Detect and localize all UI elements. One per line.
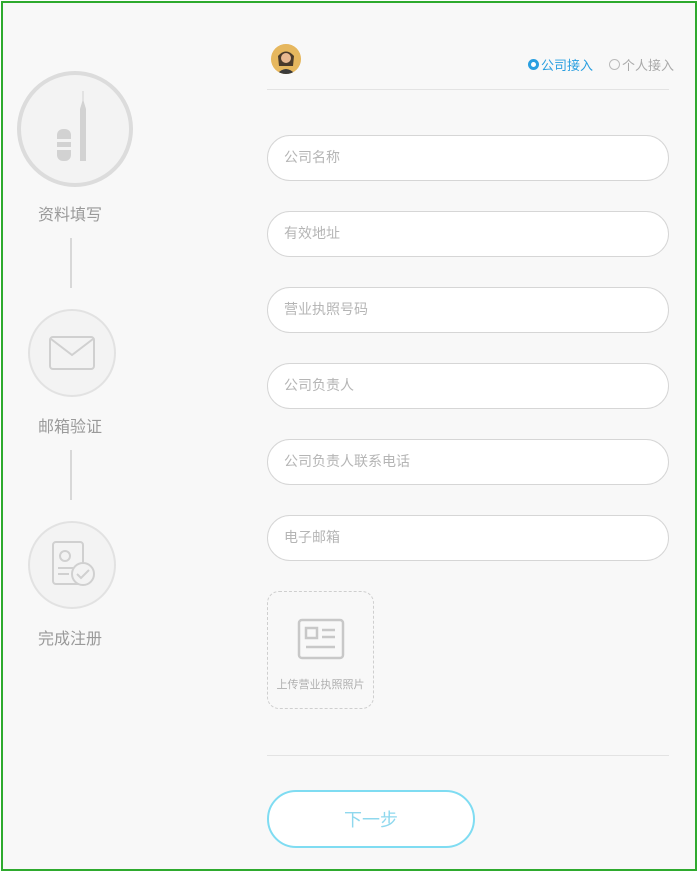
step-2-label: 邮箱验证 — [37, 417, 102, 436]
header-divider — [267, 89, 669, 90]
upload-license-photo-button[interactable]: 上传营业执照照片 — [267, 591, 374, 709]
id-card-icon — [297, 618, 345, 660]
step-connector — [70, 450, 72, 500]
form-divider — [267, 755, 669, 756]
step-1-circle — [17, 71, 133, 187]
email-input[interactable] — [267, 515, 669, 561]
radio-company-access[interactable]: 公司接入 — [527, 55, 593, 74]
access-type-radio-group: 公司接入 个人接入 — [527, 55, 674, 74]
radio-selected-icon[interactable] — [527, 59, 539, 70]
id-check-icon — [52, 541, 95, 586]
step-2-circle — [28, 309, 116, 397]
step-3-label: 完成注册 — [37, 629, 102, 648]
envelope-icon — [49, 336, 95, 370]
step-3-circle — [28, 521, 116, 609]
company-contact-person-input[interactable] — [267, 363, 669, 409]
contact-phone-input[interactable] — [267, 439, 669, 485]
radio-label: 公司接入 — [540, 59, 593, 74]
company-name-input[interactable] — [267, 135, 669, 181]
step-1-label: 资料填写 — [37, 205, 102, 224]
radio-label: 个人接入 — [621, 59, 674, 74]
pen-icon — [57, 91, 86, 161]
address-input[interactable] — [267, 211, 669, 257]
business-license-number-input[interactable] — [267, 287, 669, 333]
avatar-icon — [271, 44, 301, 74]
next-step-button[interactable]: 下一步 — [267, 790, 475, 848]
radio-personal-access[interactable]: 个人接入 — [608, 55, 674, 74]
user-avatar[interactable] — [271, 44, 301, 74]
radio-unselected-icon[interactable] — [608, 59, 620, 70]
step-connector — [70, 238, 72, 288]
upload-label: 上传营业执照照片 — [276, 678, 365, 691]
